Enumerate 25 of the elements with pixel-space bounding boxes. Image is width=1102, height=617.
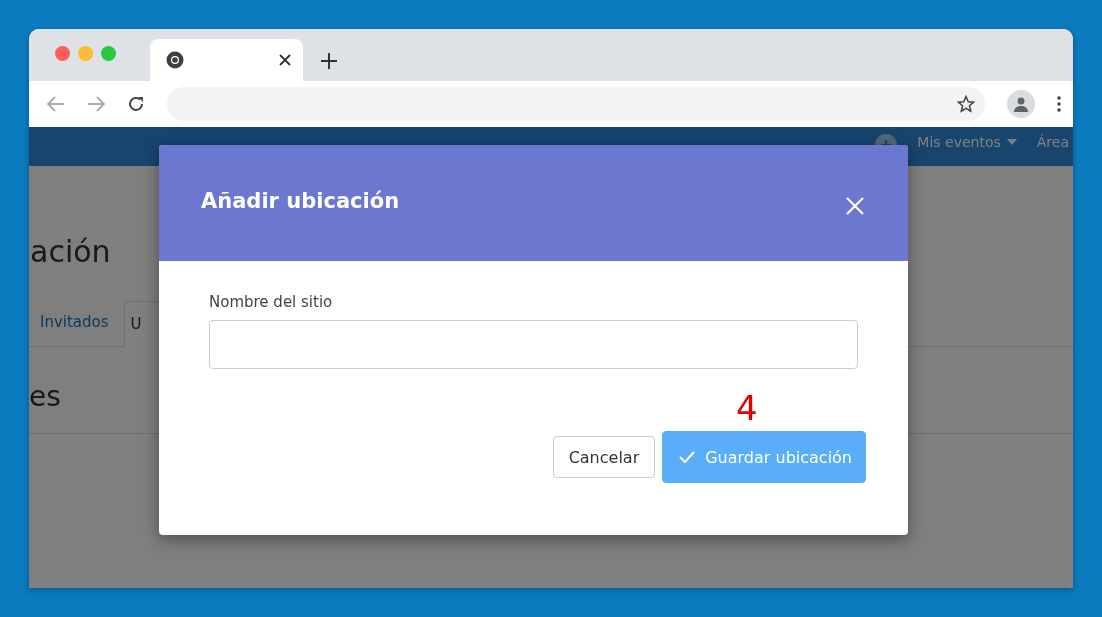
close-window-button[interactable] — [55, 45, 70, 61]
dialog-title: Añadir ubicación — [201, 189, 400, 213]
check-icon — [679, 451, 696, 463]
reload-icon[interactable] — [127, 95, 145, 113]
profile-avatar[interactable] — [1007, 90, 1035, 118]
back-arrow-icon[interactable] — [47, 96, 65, 112]
more-menu-icon[interactable] — [1057, 96, 1061, 112]
input-field[interactable] — [209, 320, 858, 369]
browser-logo-icon — [166, 51, 184, 69]
cancel-button[interactable]: Cancelar — [552, 436, 656, 478]
nav-link[interactable]: Área — [1036, 134, 1069, 150]
page-heading: ación — [30, 233, 112, 271]
step-number: 4 — [736, 388, 758, 428]
caret-icon — [1006, 139, 1017, 145]
page-tab[interactable]: Invitados — [29, 298, 120, 346]
nav-dropdown[interactable]: Mis eventos — [917, 134, 1017, 150]
star-icon[interactable] — [957, 95, 975, 113]
person-icon — [1013, 96, 1029, 112]
plus-icon[interactable] — [321, 53, 337, 69]
browser-tab[interactable] — [150, 39, 303, 81]
close-icon[interactable] — [279, 54, 291, 66]
forward-arrow-icon[interactable] — [87, 96, 105, 112]
field-label: Nombre del sitio — [209, 293, 334, 311]
save-button[interactable]: Guardar ubicación — [662, 431, 866, 483]
close-button[interactable] — [846, 197, 864, 215]
